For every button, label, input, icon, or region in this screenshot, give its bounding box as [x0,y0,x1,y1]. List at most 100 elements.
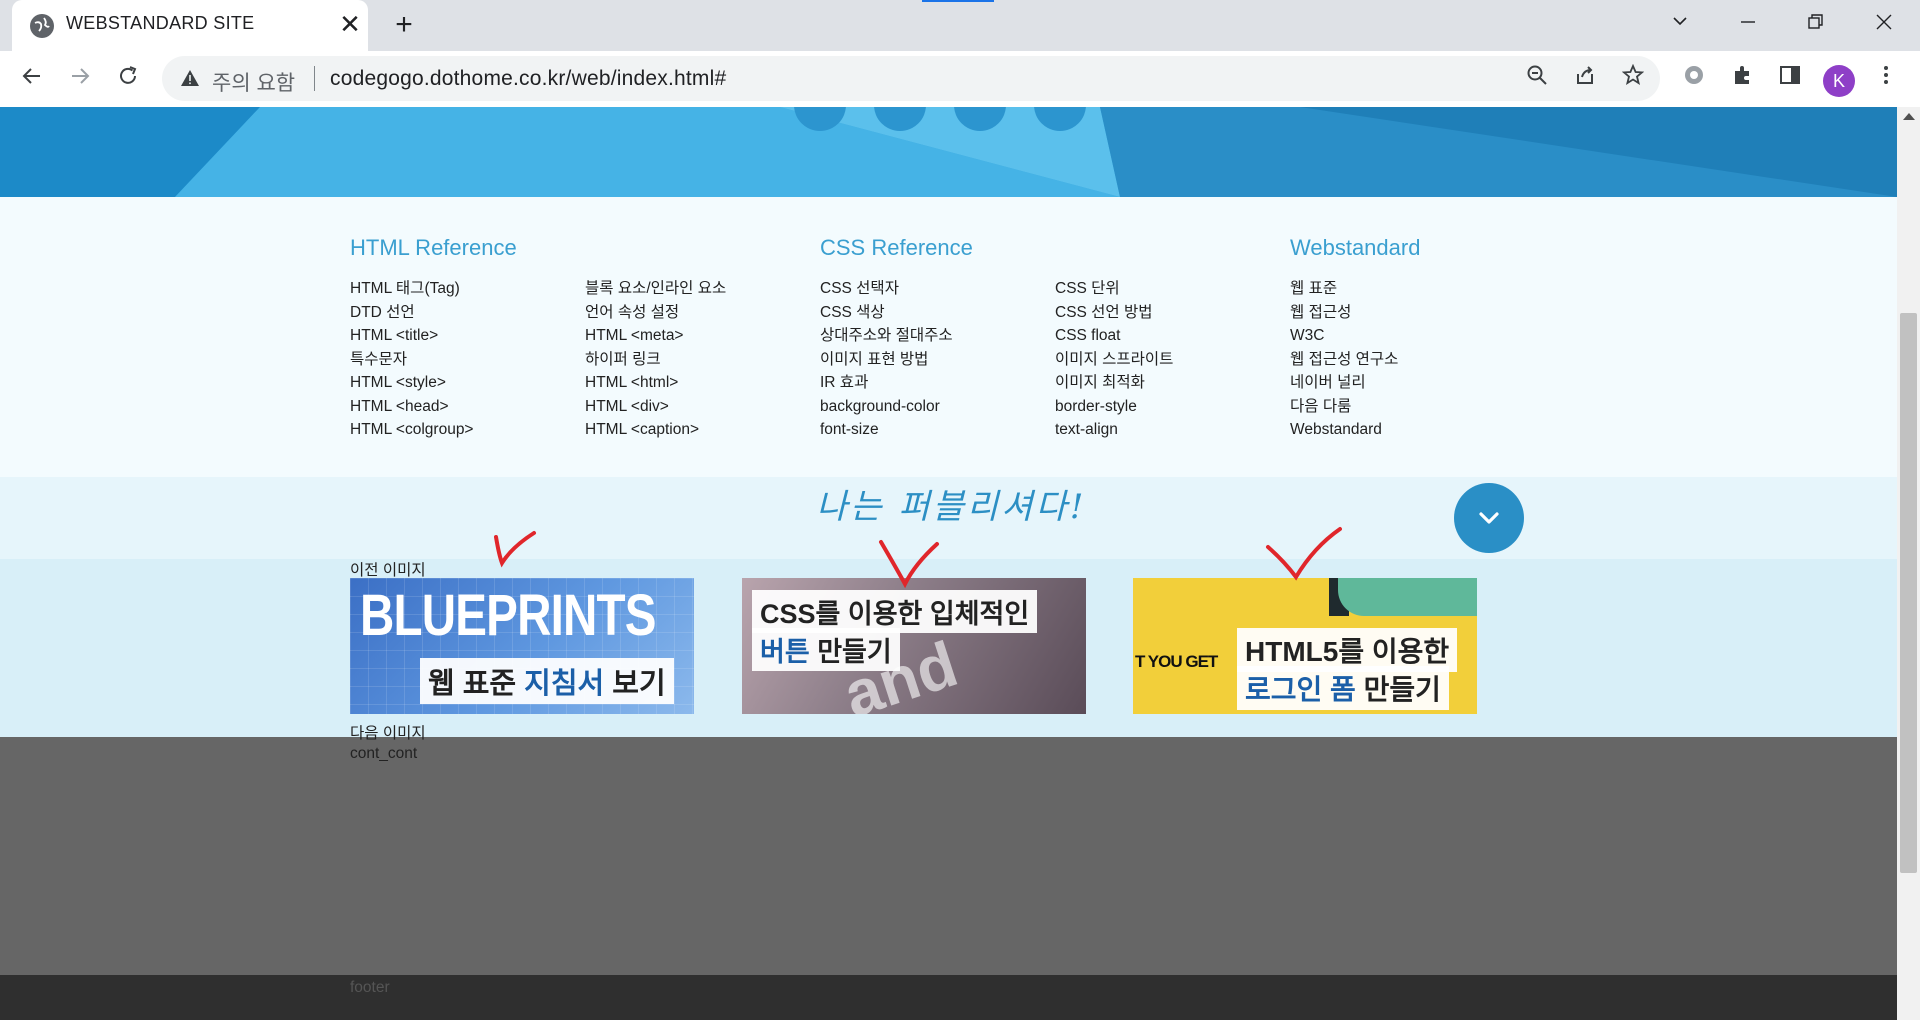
tab-search-chevron-icon[interactable] [1660,8,1700,40]
extension-gear-icon[interactable] [1678,63,1710,95]
card-caption-line1: CSS를 이용한 입체적인 [752,590,1038,633]
caption-text: 만들기 [1355,674,1441,705]
caption-text: 보기 [604,668,666,700]
link-column-2: 블록 요소/인라인 요소 언어 속성 설정 HTML <meta> 하이퍼 링크… [585,277,726,442]
security-label[interactable]: 주의 요함 [212,67,295,97]
close-window-icon[interactable] [1864,8,1904,40]
caption-text: 웹 표준 [428,668,525,700]
handwritten-slogan: 나는 퍼블리셔다! [816,487,1087,527]
globe-icon [30,14,54,38]
column-heading-html[interactable]: HTML Reference [350,235,517,261]
minimize-icon[interactable] [1728,8,1768,40]
list-item[interactable]: HTML <colgroup> [350,418,474,442]
tab-strip-indicator [922,0,994,2]
list-item[interactable]: HTML <style> [350,371,474,395]
cont-label: cont_cont [350,745,418,762]
list-item[interactable]: CSS 선택자 [820,277,953,301]
list-item[interactable]: Webstandard [1290,418,1398,442]
tab-title: WEBSTANDARD SITE [66,13,255,33]
list-item[interactable]: text-align [1055,418,1173,442]
list-item[interactable]: HTML <title> [350,324,474,348]
link-column-4: CSS 단위 CSS 선언 방법 CSS float 이미지 스프라이트 이미지… [1055,277,1173,442]
list-item[interactable]: HTML <meta> [585,324,726,348]
list-item[interactable]: 다음 다룸 [1290,395,1398,419]
prev-image-button[interactable]: 이전 이미지 [350,558,426,580]
caption-highlight: 지침서 [524,668,605,700]
list-item[interactable]: HTML <caption> [585,418,726,442]
list-item[interactable]: CSS 선언 방법 [1055,301,1173,325]
extensions-puzzle-icon[interactable] [1727,63,1759,95]
list-item[interactable]: CSS 단위 [1055,277,1173,301]
warning-icon[interactable] [180,68,200,94]
card-green-shape [1338,578,1477,616]
scroll-up-arrow-icon[interactable] [1903,113,1915,120]
reference-links-section: HTML Reference HTML 태그(Tag) DTD 선언 HTML … [0,197,1897,477]
red-checkmark-icon [1266,527,1342,581]
profile-avatar[interactable]: K [1823,65,1855,97]
bookmark-star-icon[interactable] [1618,63,1648,94]
gallery-card-html5-login[interactable]: T YOU GET HTML5를 이용한 로그인 폼 만들기 [1133,578,1477,714]
address-bar[interactable]: 주의 요함 codegogo.dothome.co.kr/web/index.h… [162,56,1660,101]
list-item[interactable]: 네이버 널리 [1290,371,1398,395]
caption-text: 만들기 [809,637,892,667]
list-item[interactable]: 언어 속성 설정 [585,301,726,325]
page-viewport: HTML Reference HTML 태그(Tag) DTD 선언 HTML … [0,107,1897,1020]
list-item[interactable]: 특수문자 [350,348,474,372]
browser-tab[interactable]: WEBSTANDARD SITE ✕ [12,0,368,51]
hero-graphic [0,107,1897,197]
new-tab-button[interactable]: + [388,10,420,42]
chevron-down-icon [1479,512,1499,524]
list-item[interactable]: 웹 표준 [1290,277,1398,301]
scrollbar-thumb[interactable] [1900,313,1917,873]
browser-toolbar: 주의 요함 codegogo.dothome.co.kr/web/index.h… [0,51,1920,108]
list-item[interactable]: 웹 접근성 연구소 [1290,348,1398,372]
reload-icon[interactable] [110,61,146,97]
list-item[interactable]: DTD 선언 [350,301,474,325]
list-item[interactable]: CSS float [1055,324,1173,348]
list-item[interactable]: 이미지 최적화 [1055,371,1173,395]
address-separator [314,66,315,91]
restore-icon[interactable] [1796,8,1836,40]
list-item[interactable]: HTML <html> [585,371,726,395]
red-checkmark-icon [879,540,939,589]
list-item[interactable]: HTML <head> [350,395,474,419]
list-item[interactable]: IR 효과 [820,371,953,395]
list-item[interactable]: 하이퍼 링크 [585,348,726,372]
url-text[interactable]: codegogo.dothome.co.kr/web/index.html# [330,67,726,91]
menu-kebab-icon[interactable] [1870,63,1902,95]
card-caption-line2: 버튼 만들기 [752,628,900,671]
list-item[interactable]: 이미지 표현 방법 [820,348,953,372]
gallery-card-css-button[interactable]: and inte CSS를 이용한 입체적인 버튼 만들기 [742,578,1086,714]
list-item[interactable]: 블록 요소/인라인 요소 [585,277,726,301]
content-area [0,737,1897,982]
caption-highlight: 버튼 [760,637,810,667]
list-item[interactable]: font-size [820,418,953,442]
page-scrollbar[interactable] [1897,107,1920,1020]
list-item[interactable]: HTML <div> [585,395,726,419]
link-column-5: 웹 표준 웹 접근성 W3C 웹 접근성 연구소 네이버 널리 다음 다룸 We… [1290,277,1398,442]
list-item[interactable]: border-style [1055,395,1173,419]
side-panel-icon[interactable] [1774,63,1806,95]
link-column-1: HTML 태그(Tag) DTD 선언 HTML <title> 특수문자 HT… [350,277,474,442]
caption-highlight: 로그인 폼 [1245,674,1356,705]
hero-banner [0,107,1897,197]
tab-close-icon[interactable]: ✕ [336,10,364,38]
link-column-3: CSS 선택자 CSS 색상 상대주소와 절대주소 이미지 표현 방법 IR 효… [820,277,953,442]
column-heading-css[interactable]: CSS Reference [820,235,973,261]
list-item[interactable]: 상대주소와 절대주소 [820,324,953,348]
list-item[interactable]: 웹 접근성 [1290,301,1398,325]
list-item[interactable]: CSS 색상 [820,301,953,325]
forward-arrow-icon[interactable] [62,61,98,97]
list-item[interactable]: 이미지 스프라이트 [1055,348,1173,372]
gallery-card-blueprints[interactable]: BLUEPRINTS 웹 표준 지침서 보기 [350,578,694,714]
zoom-icon[interactable] [1522,64,1552,94]
share-icon[interactable] [1570,64,1600,94]
list-item[interactable]: HTML 태그(Tag) [350,277,474,301]
next-image-button[interactable]: 다음 이미지 [350,721,426,743]
back-arrow-icon[interactable] [14,61,50,97]
list-item[interactable]: W3C [1290,324,1398,348]
scroll-down-button[interactable] [1454,483,1524,553]
card-caption: 웹 표준 지침서 보기 [420,658,674,704]
list-item[interactable]: background-color [820,395,953,419]
column-heading-webstandard[interactable]: Webstandard [1290,235,1420,261]
